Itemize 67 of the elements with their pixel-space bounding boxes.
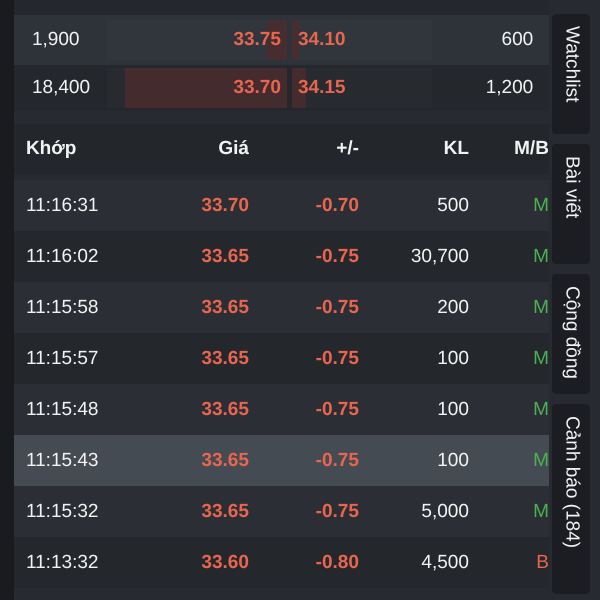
trade-price: 33.65 [200,398,249,420]
order-book-row[interactable]: 18,400 33.70 34.15 1,200 [14,65,550,111]
trade-volume: 30,700 [410,246,469,268]
trade-change: -0.75 [314,398,359,420]
trade-change: -0.75 [314,296,359,318]
side-tab[interactable]: Watchlist [552,14,590,134]
bid-volume: 18,400 [32,77,92,99]
ask-price: 34.15 [296,77,346,99]
trade-price: 33.65 [200,348,249,370]
trade-time: 11:15:48 [26,398,100,420]
price-header: Giá [217,138,249,160]
trade-time: 11:13:32 [26,552,100,574]
side-header: M/B [513,138,549,160]
volume-header: KL [442,138,469,160]
trade-change: -0.75 [314,348,359,370]
trade-row[interactable]: 11:15:48 33.65 -0.75 100 M [14,384,550,435]
trade-price: 33.65 [200,296,249,318]
side-tab[interactable]: Cảnh báo (184) [552,404,590,594]
side-tab[interactable]: Bài viết [552,144,590,264]
trade-change: -0.75 [314,450,359,472]
trade-row[interactable]: 11:15:58 33.65 -0.75 200 M [14,282,550,333]
trade-change: -0.80 [314,552,359,574]
trade-row[interactable]: 11:16:31 33.70 -0.70 500 M [14,180,550,231]
side-tab[interactable]: Cộng đồng [552,274,590,394]
trade-side: B [535,552,549,574]
trade-row[interactable]: 11:15:43 33.65 -0.75 100 M [14,435,550,486]
trade-time: 11:15:43 [26,450,100,472]
time-header: Khớp [26,138,78,160]
trade-volume: 200 [436,296,469,318]
trade-volume: 100 [436,450,469,472]
order-book-row[interactable]: 1,900 33.75 34.10 600 [14,15,550,65]
trade-time: 11:15:58 [26,296,100,318]
ask-price: 34.10 [296,29,346,51]
bid-volume: 1,900 [32,29,80,51]
trade-row[interactable]: 11:13:32 33.60 -0.80 4,500 B [14,537,550,588]
trade-side: M [532,450,549,472]
trade-side: M [532,246,549,268]
trade-change: -0.75 [314,500,359,522]
trade-price: 33.65 [200,450,249,472]
trade-side: M [532,194,549,216]
trade-side: M [532,296,549,318]
trade-price: 33.65 [200,500,249,522]
ask-volume: 1,200 [484,77,534,99]
trade-side: M [532,398,549,420]
trade-price: 33.60 [200,552,249,574]
trade-time: 11:15:32 [26,500,100,522]
change-header: +/- [335,138,359,160]
trade-price: 33.65 [200,246,249,268]
trade-volume: 500 [436,194,469,216]
bid-price: 33.70 [232,77,282,99]
trade-time: 11:15:57 [26,348,100,370]
trade-volume: 100 [436,348,469,370]
ask-volume: 600 [500,29,534,51]
trade-volume: 100 [436,398,469,420]
trade-row[interactable]: 11:15:32 33.65 -0.75 5,000 M [14,486,550,537]
trade-change: -0.75 [314,246,359,268]
trade-side: M [532,500,549,522]
trade-volume: 4,500 [420,552,469,574]
trade-price: 33.70 [200,194,249,216]
trade-change: -0.70 [314,194,359,216]
bid-price: 33.75 [232,29,282,51]
trade-side: M [532,348,549,370]
trade-time: 11:16:02 [26,246,100,268]
trade-row[interactable]: 11:16:02 33.65 -0.75 30,700 M [14,231,550,282]
trade-row[interactable]: 11:15:57 33.65 -0.75 100 M [14,333,550,384]
trade-time: 11:16:31 [26,194,100,216]
trade-volume: 5,000 [420,500,469,522]
